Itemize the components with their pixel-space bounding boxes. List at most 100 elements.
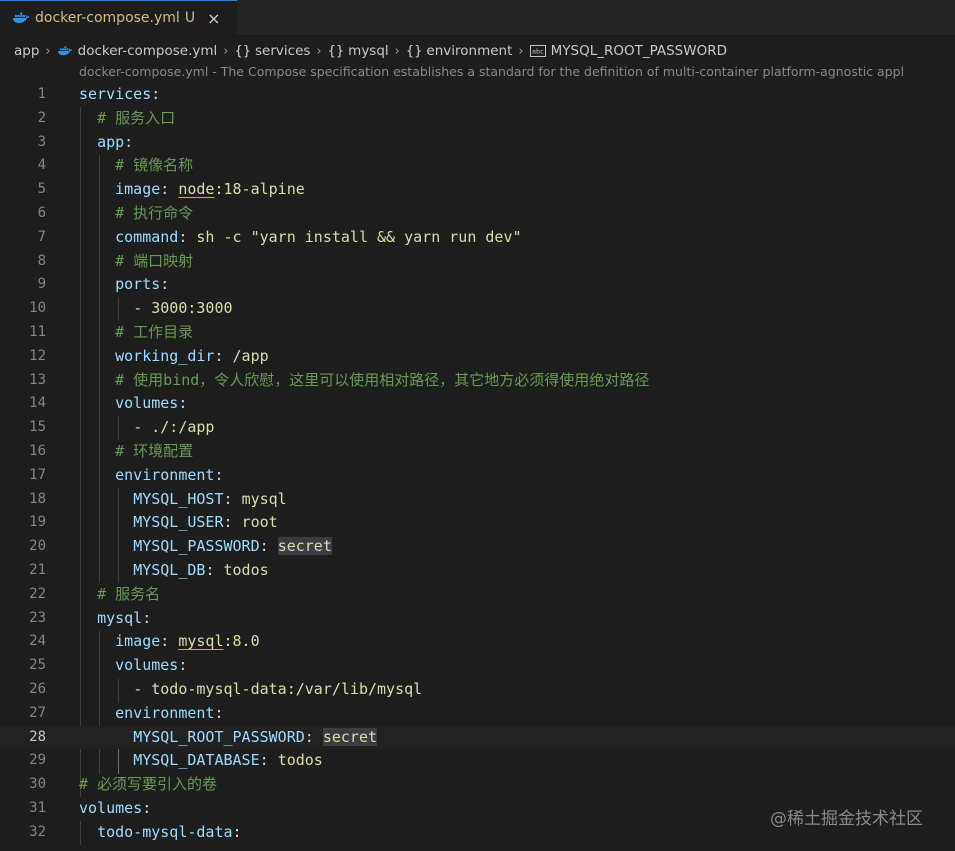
line-number: 24 xyxy=(29,633,46,650)
code-line: 16 # 环境配置 xyxy=(0,440,955,464)
comment: # 镜像名称 xyxy=(115,156,194,175)
code-line: 8 # 端口映射 xyxy=(0,250,955,274)
yaml-value: mysql xyxy=(241,489,287,508)
breadcrumb-label: MYSQL_ROOT_PASSWORD xyxy=(550,43,727,59)
colon: : xyxy=(214,346,224,365)
line-number: 32 xyxy=(29,823,46,840)
code-line: 24 image: mysql:8.0 xyxy=(0,630,955,654)
yaml-value: node xyxy=(178,180,215,199)
yaml-value: mysql xyxy=(178,632,224,651)
colon: : xyxy=(160,180,170,199)
yaml-key: environment xyxy=(115,703,215,722)
colon: : xyxy=(178,656,188,675)
code-line: 15 - ./:/app xyxy=(0,416,955,440)
colon: : xyxy=(142,608,152,627)
yaml-value: todos xyxy=(277,751,323,770)
line-number: 28 xyxy=(29,728,46,745)
comment: # 端口映射 xyxy=(115,251,194,270)
code-line: 9 ports: xyxy=(0,273,955,297)
line-number: 31 xyxy=(29,799,46,816)
code-line-current: 28 MYSQL_ROOT_PASSWORD: secret xyxy=(0,725,955,750)
code-line: 17 environment: xyxy=(0,464,955,488)
line-number: 26 xyxy=(29,680,46,697)
code-line: 20 MYSQL_PASSWORD: secret xyxy=(0,535,955,559)
line-number: 10 xyxy=(29,300,46,317)
breadcrumb-item-mysql[interactable]: {} mysql xyxy=(328,43,389,59)
line-number: 15 xyxy=(29,419,46,436)
code-line: 3 app: xyxy=(0,131,955,155)
comment: # 服务名 xyxy=(97,584,161,603)
comment: # 服务入口 xyxy=(97,108,176,127)
chevron-right-icon: › xyxy=(394,43,400,59)
colon: : xyxy=(223,489,233,508)
yaml-key: services xyxy=(79,85,152,103)
line-number: 6 xyxy=(37,204,46,221)
yaml-value: ./:/app xyxy=(151,418,215,437)
code-line: 25 volumes: xyxy=(0,654,955,678)
code-line: 2 # 服务入口 xyxy=(0,107,955,131)
breadcrumb-item-file[interactable]: docker-compose.yml xyxy=(57,43,217,59)
comment: # 使用bind，令人欣慰，这里可以使用相对路径，其它地方必须得使用绝对路径 xyxy=(115,370,650,389)
breadcrumb-label: mysql xyxy=(348,43,389,59)
colon: : xyxy=(259,751,269,770)
code-line: 30 # 必须写要引入的卷 xyxy=(0,773,955,797)
breadcrumb-item-environment[interactable]: {} environment xyxy=(406,43,513,59)
yaml-key: image xyxy=(115,180,161,199)
code-line: 19 MYSQL_USER: root xyxy=(0,511,955,535)
colon: : xyxy=(232,822,242,841)
breadcrumb-item-app[interactable]: app xyxy=(14,43,39,59)
colon: : xyxy=(151,85,161,103)
colon: : xyxy=(178,394,188,413)
yaml-key: app xyxy=(97,132,125,151)
chevron-right-icon: › xyxy=(518,43,524,59)
line-number: 12 xyxy=(29,347,46,364)
breadcrumb-label: environment xyxy=(426,43,513,59)
yaml-value: root xyxy=(241,513,278,532)
yaml-key: ports xyxy=(115,275,161,294)
yaml-value: todos xyxy=(223,560,269,579)
code-line: 23 mysql: xyxy=(0,607,955,631)
yaml-key: todo-mysql-data xyxy=(97,822,233,841)
code-line: 11 # 工作目录 xyxy=(0,321,955,345)
tab-bar: docker-compose.yml U × xyxy=(0,0,955,36)
code-line: 27 environment: xyxy=(0,702,955,726)
line-number: 5 xyxy=(37,181,46,198)
tab-filename: docker-compose.yml xyxy=(35,10,180,26)
breadcrumb-item-mysql-root-password[interactable]: abc MYSQL_ROOT_PASSWORD xyxy=(529,43,727,59)
svg-text:abc: abc xyxy=(532,48,544,56)
colon: : xyxy=(214,465,224,484)
schema-codelens[interactable]: docker-compose.yml - The Compose specifi… xyxy=(79,64,904,84)
yaml-key: MYSQL_HOST xyxy=(133,489,224,508)
line-number: 13 xyxy=(29,371,46,388)
colon: : xyxy=(124,132,134,151)
code-editor[interactable]: 1 services: 2 # 服务入口 3 app: 4 # 镜像名称 5 im… xyxy=(0,83,955,845)
code-line: 26 - todo-mysql-data:/var/lib/mysql xyxy=(0,678,955,702)
code-line: 18 MYSQL_HOST: mysql xyxy=(0,488,955,512)
comment: # 执行命令 xyxy=(115,203,194,222)
colon: : xyxy=(160,632,170,651)
line-number: 30 xyxy=(29,776,46,793)
yaml-key: working_dir xyxy=(115,346,215,365)
line-number: 3 xyxy=(37,133,46,150)
string-symbol-icon: abc xyxy=(529,45,546,57)
line-number: 7 xyxy=(37,228,46,245)
line-number: 22 xyxy=(29,585,46,602)
yaml-key: environment xyxy=(115,465,215,484)
close-icon[interactable]: × xyxy=(207,9,220,28)
code-line: 13 # 使用bind，令人欣慰，这里可以使用相对路径，其它地方必须得使用绝对路… xyxy=(0,369,955,393)
yaml-key: MYSQL_ROOT_PASSWORD xyxy=(133,727,305,746)
yaml-value: sh -c "yarn install && yarn run dev" xyxy=(196,227,522,246)
object-icon: {} xyxy=(405,43,423,59)
breadcrumb-item-services[interactable]: {} services xyxy=(234,43,310,59)
list-dash: - xyxy=(133,418,152,437)
colon: : xyxy=(205,560,215,579)
yaml-key: command xyxy=(115,227,179,246)
docker-whale-icon xyxy=(57,45,73,57)
breadcrumb-label: app xyxy=(14,43,40,59)
tab-docker-compose[interactable]: docker-compose.yml U × xyxy=(0,0,237,35)
docker-whale-icon xyxy=(12,11,30,25)
object-icon: {} xyxy=(234,43,252,59)
line-number: 1 xyxy=(37,86,46,102)
line-number: 23 xyxy=(29,609,46,626)
list-dash: - xyxy=(133,679,152,698)
